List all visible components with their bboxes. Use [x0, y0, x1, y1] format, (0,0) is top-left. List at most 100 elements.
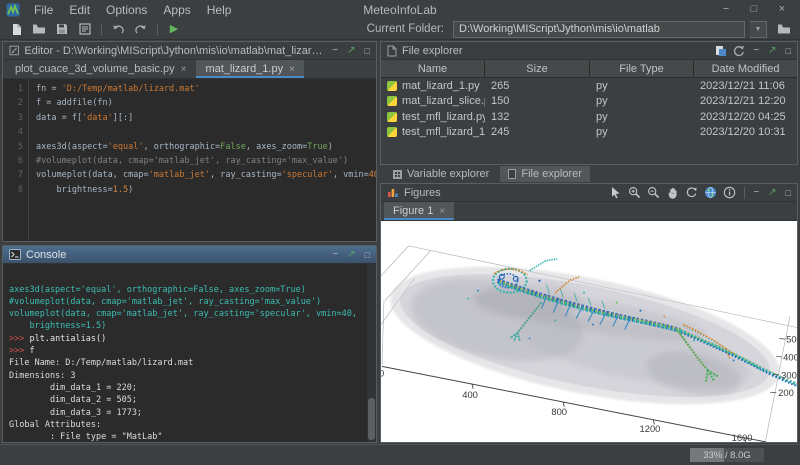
table-row[interactable]: mat_lizard_1.py265py2023/12/21 11:06	[381, 78, 797, 94]
code-line: #volumeplot(data, cmap='matlab_jet', ray…	[36, 154, 376, 168]
tab-close-icon[interactable]: ×	[181, 64, 187, 75]
figure-toolbar: −↗ □	[609, 186, 791, 199]
zoom-out-tool-icon[interactable]	[647, 186, 660, 199]
editor-code-area[interactable]: fn = 'D:/Temp/matlab/lizard.mat'f = addf…	[29, 79, 376, 241]
console-body[interactable]: axes3d(aspect='equal', orthographic=Fals…	[3, 264, 376, 442]
column-header-name[interactable]: Name	[381, 60, 485, 77]
code-token: )	[328, 142, 333, 152]
console-scrollbar-thumb[interactable]	[368, 398, 375, 440]
minimize-panel-icon[interactable]: −	[753, 45, 759, 56]
code-token: brightness=	[36, 185, 113, 195]
menu-help[interactable]: Help	[199, 2, 240, 18]
tab-variable-explorer[interactable]: Variable explorer	[385, 166, 497, 182]
menu-file[interactable]: File	[26, 2, 61, 18]
x-tick-label: 1200	[640, 423, 661, 434]
menu-apps[interactable]: Apps	[155, 2, 198, 18]
redo-icon	[134, 23, 148, 35]
right-tick-label: 400	[783, 351, 797, 362]
file-modified-cell: 2023/12/21 12:20	[694, 95, 797, 107]
pan-tool-icon[interactable]	[666, 186, 679, 199]
column-header-date-modified[interactable]: Date Modified	[694, 60, 797, 77]
current-folder-combobox[interactable]: D:\Working\MIScript\Jython\mis\io\matlab	[453, 21, 745, 38]
current-folder-dropdown-button[interactable]: ▼	[750, 21, 767, 38]
tab-close-icon[interactable]: ×	[439, 206, 445, 217]
console-scrollbar[interactable]	[367, 264, 376, 442]
file-explorer-panel: File explorer −↗□ NameSizeFile TypeDate	[380, 41, 798, 165]
file-explorer-controls: −↗ □	[753, 45, 791, 56]
editor-tab[interactable]: plot_cuace_3d_volume_basic.py ×	[6, 60, 195, 78]
refresh-icon[interactable]	[733, 45, 745, 57]
right-tick-label: 300	[781, 369, 797, 380]
console-text: #volumeplot(data, cmap='matlab_jet', ray…	[9, 297, 321, 307]
menu-options[interactable]: Options	[98, 2, 155, 18]
app-logo-icon	[6, 3, 20, 17]
float-panel-icon[interactable]: ↗	[347, 249, 355, 260]
editor-icon	[9, 45, 19, 56]
tab-file-explorer[interactable]: File explorer	[500, 166, 590, 182]
save-as-icon	[79, 23, 91, 35]
table-row[interactable]: test_mfl_lizard.py132py2023/12/20 04:25	[381, 109, 797, 125]
editor-tab[interactable]: mat_lizard_1.py×	[196, 60, 304, 78]
close-window-button[interactable]: ×	[768, 0, 796, 19]
maximize-panel-icon[interactable]: □	[365, 250, 370, 260]
undo-button[interactable]	[109, 21, 127, 38]
python-file-icon	[387, 81, 397, 91]
toolbar-separator	[157, 23, 158, 36]
python-file-icon	[387, 112, 397, 122]
float-panel-icon[interactable]: ↗	[768, 187, 776, 198]
code-editor[interactable]: 12345678 fn = 'D:/Temp/matlab/lizard.mat…	[3, 79, 376, 241]
browse-folder-button[interactable]	[775, 21, 793, 38]
console-prompt: >>>	[9, 334, 24, 344]
column-header-file-type[interactable]: File Type	[590, 60, 694, 77]
minimize-panel-icon[interactable]: −	[332, 249, 338, 260]
console-panel-title: Console	[26, 249, 66, 261]
table-row[interactable]: test_mfl_lizard_1.py245py2023/12/20 10:3…	[381, 125, 797, 141]
minimize-window-button[interactable]: −	[712, 0, 740, 19]
menu-edit[interactable]: Edit	[61, 2, 98, 18]
console-line: dim_data_3 = 1773;	[9, 407, 364, 419]
maximize-window-button[interactable]: □	[740, 0, 768, 19]
file-type-cell: py	[590, 95, 694, 107]
console-line: Global Attributes:	[9, 419, 364, 431]
file-name-cell: test_mfl_lizard.py	[381, 111, 485, 123]
zoom-in-tool-icon[interactable]	[628, 186, 641, 199]
open-file-button[interactable]	[30, 21, 48, 38]
maximize-panel-icon[interactable]: □	[786, 188, 791, 198]
code-token: False	[220, 142, 246, 152]
toolbar-separator	[744, 187, 745, 199]
redo-button[interactable]	[132, 21, 150, 38]
code-token: data = f[	[36, 113, 82, 123]
tab-close-icon[interactable]: ×	[289, 64, 295, 75]
code-token: fn =	[36, 84, 62, 94]
run-script-button[interactable]: ▶	[165, 21, 183, 38]
table-row[interactable]: mat_lizard_slice.py150py2023/12/21 12:20	[381, 94, 797, 110]
copy-path-icon[interactable]	[715, 45, 727, 57]
minimize-panel-icon[interactable]: −	[753, 187, 759, 198]
code-token: ][:]	[113, 113, 133, 123]
console-text: dim_data_3 = 1773;	[9, 408, 142, 418]
console-line: #volumeplot(data, cmap='matlab_jet', ray…	[9, 296, 364, 308]
info-tool-icon[interactable]	[723, 186, 736, 199]
editor-panel-title: Editor - D:\Working\MIScript\Jython\mis\…	[24, 45, 327, 57]
figure-canvas[interactable]: 400 800 1200 1600 500 400 300 200 0	[381, 221, 797, 442]
save-as-button[interactable]	[76, 21, 94, 38]
globe-tool-icon[interactable]	[704, 186, 717, 199]
column-header-size[interactable]: Size	[485, 60, 590, 77]
pointer-tool-icon[interactable]	[609, 186, 622, 199]
x-tick-label: 1600	[732, 432, 753, 442]
new-file-button[interactable]	[7, 21, 25, 38]
file-name: mat_lizard_slice.py	[402, 95, 485, 107]
lizard-volume-plot: 400 800 1200 1600 500 400 300 200 0	[381, 221, 797, 442]
minimize-panel-icon[interactable]: −	[332, 45, 338, 56]
float-panel-icon[interactable]: ↗	[347, 45, 355, 56]
maximize-panel-icon[interactable]: □	[365, 46, 370, 56]
origin-tick-label: 0	[381, 367, 384, 378]
maximize-panel-icon[interactable]: □	[786, 46, 791, 56]
editor-tab-label: plot_cuace_3d_volume_basic.py	[15, 63, 175, 75]
figure-tab[interactable]: Figure 1×	[384, 202, 454, 220]
window-controls: − □ ×	[712, 0, 796, 19]
float-panel-icon[interactable]: ↗	[768, 45, 776, 56]
rotate-tool-icon[interactable]	[685, 186, 698, 199]
save-button[interactable]	[53, 21, 71, 38]
code-line: data = f['data'][:]	[36, 111, 376, 125]
